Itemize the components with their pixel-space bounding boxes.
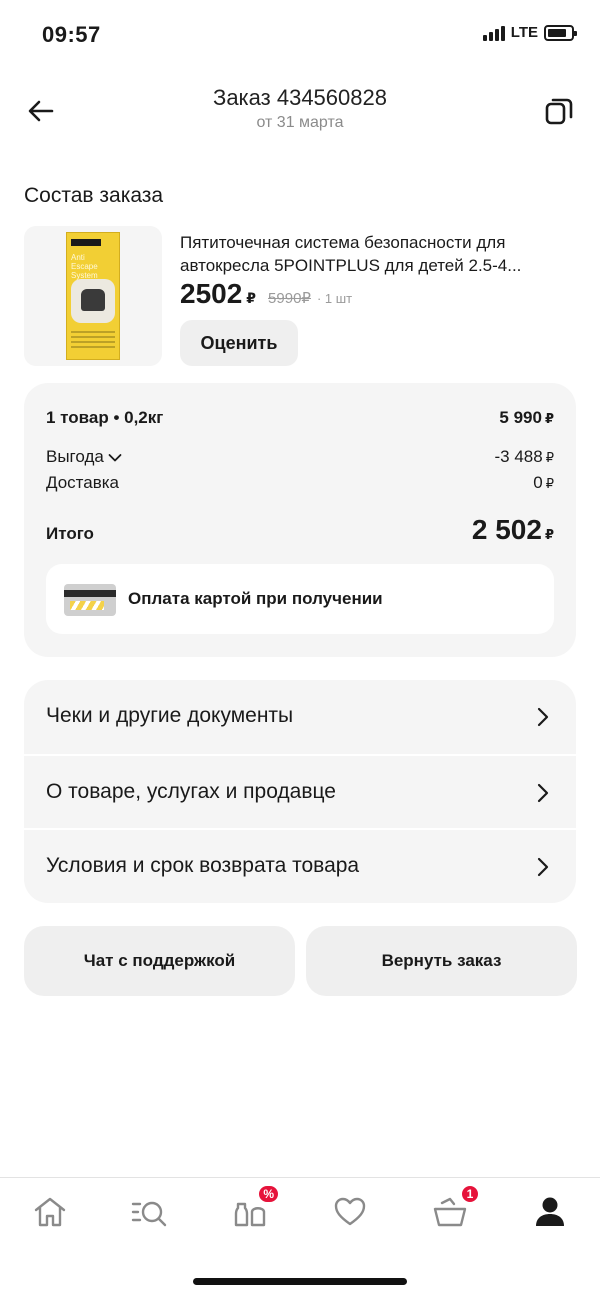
total-label: Итого: [46, 524, 94, 543]
discounts-badge: %: [257, 1184, 280, 1204]
tab-favorites[interactable]: [330, 1192, 370, 1232]
home-indicator: [193, 1278, 407, 1285]
summary-benefit-row[interactable]: Выгода -3 488 ₽: [46, 447, 554, 467]
product-quantity: · 1 шт: [316, 291, 353, 306]
link-product-info-label: О товаре, услугах и продавце: [46, 780, 336, 803]
network-label: LTE: [510, 24, 538, 41]
product-item: Anti Escape System Пятиточечная система …: [24, 226, 576, 366]
delivery-label: Доставка: [46, 473, 120, 492]
product-old-price: 5990₽: [268, 290, 311, 307]
home-icon: [34, 1197, 66, 1227]
total-value: 2 502 ₽: [471, 514, 554, 545]
tab-cart[interactable]: 1: [430, 1184, 480, 1232]
product-image[interactable]: Anti Escape System: [24, 226, 162, 366]
chevron-right-icon: [537, 857, 549, 877]
profile-icon: [536, 1197, 564, 1226]
tab-discounts[interactable]: %: [230, 1184, 280, 1232]
payment-label: Оплата картой при получении: [128, 589, 383, 608]
link-return-terms[interactable]: Условия и срок возврата товара: [24, 828, 576, 902]
product-price-row: 2502 ₽ 5990₽ · 1 шт: [180, 278, 352, 310]
tab-catalog[interactable]: [130, 1192, 170, 1232]
status-bar: 09:57 LTE: [0, 0, 600, 72]
product-price: 2502: [180, 278, 243, 309]
signal-icon: [482, 25, 505, 41]
payment-method: Оплата картой при получении: [46, 564, 554, 634]
product-currency: ₽: [246, 290, 257, 306]
composition-title: Состав заказа: [24, 184, 164, 207]
benefit-value: -3 488 ₽: [494, 447, 554, 466]
status-indicators: LTE: [482, 24, 577, 41]
order-header: Заказ 434560828 от 31 марта: [0, 80, 600, 144]
chevron-right-icon: [537, 707, 549, 727]
chevron-down-icon: [108, 453, 122, 461]
battery-icon: [544, 24, 577, 41]
summary-delivery-row: Доставка 0 ₽: [46, 473, 554, 493]
link-product-info[interactable]: О товаре, услугах и продавце: [24, 754, 576, 828]
chevron-right-icon: [537, 783, 549, 803]
status-time: 09:57: [42, 22, 101, 47]
summary-items-row: 1 товар • 0,2кг 5 990 ₽: [46, 408, 554, 428]
order-date: от 31 марта: [256, 114, 344, 131]
rate-button[interactable]: Оценить: [180, 320, 298, 366]
support-chat-button[interactable]: Чат с поддержкой: [24, 926, 295, 996]
benefit-label[interactable]: Выгода: [46, 447, 122, 467]
copy-icon: [545, 98, 573, 125]
page-title: Заказ 434560828: [213, 85, 387, 110]
order-summary: 1 товар • 0,2кг 5 990 ₽ Выгода -3 488 ₽ До…: [24, 383, 576, 657]
link-receipts-label: Чеки и другие документы: [46, 704, 294, 727]
delivery-value: 0 ₽: [533, 473, 554, 492]
tab-profile[interactable]: [530, 1192, 570, 1232]
cart-badge: 1: [460, 1184, 480, 1204]
product-box-label: Anti Escape System: [71, 253, 98, 280]
tab-home[interactable]: [30, 1192, 70, 1232]
order-links: Чеки и другие документы О товаре, услуга…: [24, 680, 576, 903]
items-label: 1 товар • 0,2кг: [46, 408, 164, 427]
product-name[interactable]: Пятиточечная система безопасности для ав…: [180, 231, 576, 277]
link-receipts[interactable]: Чеки и другие документы: [24, 680, 576, 754]
product-box: Anti Escape System: [66, 232, 120, 360]
return-order-button[interactable]: Вернуть заказ: [306, 926, 577, 996]
summary-total-row: Итого 2 502 ₽: [46, 514, 554, 546]
link-return-terms-label: Условия и срок возврата товара: [46, 854, 360, 877]
heart-icon: [334, 1197, 366, 1226]
items-value: 5 990 ₽: [499, 408, 554, 427]
copy-button[interactable]: [542, 94, 576, 128]
catalog-search-icon: [131, 1201, 167, 1227]
credit-card-icon: [64, 584, 116, 616]
